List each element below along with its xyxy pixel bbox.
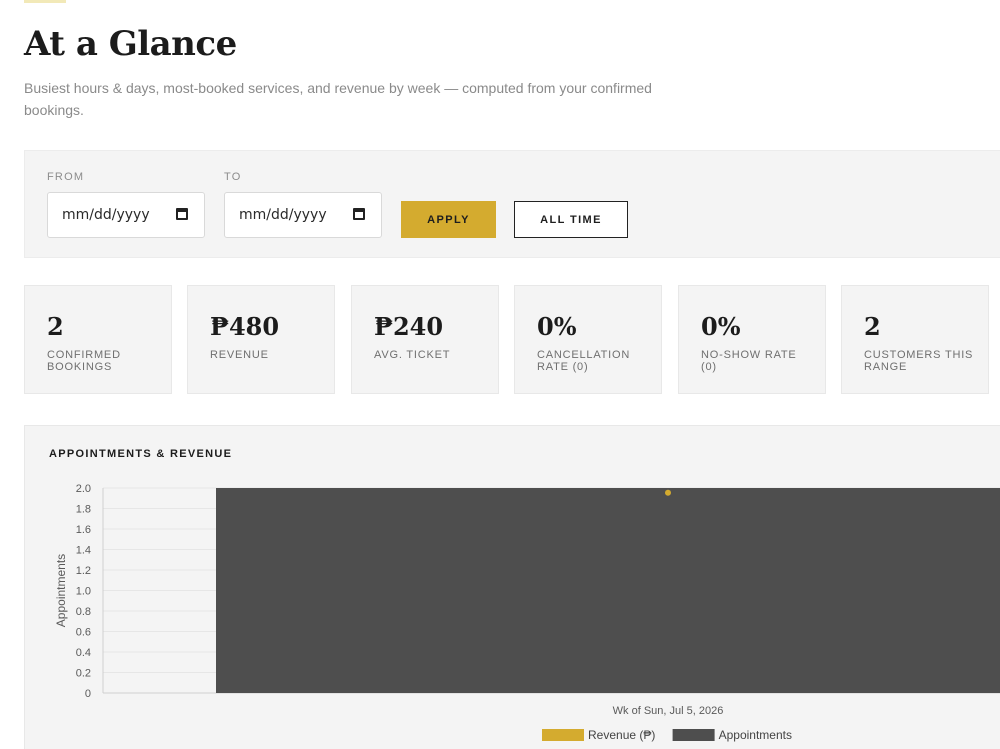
stat-label: CONFIRMED BOOKINGS <box>47 349 121 373</box>
stat-card-avg-ticket: ₱240 AVG. TICKET <box>351 285 499 394</box>
calendar-icon[interactable] <box>176 208 188 220</box>
y-tick-label: 2.0 <box>76 483 91 495</box>
date-filter-panel: FROM TO mm/dd/yyyy mm/dd/yyyy APPLY ALL … <box>24 150 1000 258</box>
stat-value: 0% <box>537 312 577 341</box>
calendar-icon[interactable] <box>353 208 365 220</box>
all-time-button[interactable]: ALL TIME <box>514 201 628 238</box>
y-tick-label: 1.6 <box>76 524 91 536</box>
stat-card-no-show-rate: 0% NO-SHOW RATE (0) <box>678 285 826 394</box>
stat-card-cancellation-rate: 0% CANCELLATION RATE (0) <box>514 285 662 394</box>
to-date-value: mm/dd/yyyy <box>239 207 327 223</box>
y-tick-label: 0.4 <box>76 647 91 659</box>
y-axis-title: Appointments <box>54 554 68 627</box>
y-tick-label: 1.2 <box>76 565 91 577</box>
stat-label: AVG. TICKET <box>374 349 451 361</box>
stat-value: ₱480 <box>210 312 280 341</box>
stat-label: REVENUE <box>210 349 269 361</box>
y-tick-label: 1.4 <box>76 545 91 557</box>
to-label: TO <box>224 171 242 183</box>
apply-button[interactable]: APPLY <box>401 201 496 238</box>
y-tick-label: 0.8 <box>76 606 91 618</box>
y-tick-label: 0.6 <box>76 627 91 639</box>
stat-label: NO-SHOW RATE (0) <box>701 349 797 373</box>
stat-card-confirmed-bookings: 2 CONFIRMED BOOKINGS <box>24 285 172 394</box>
appointments-bar <box>216 488 1000 693</box>
legend-swatch <box>542 729 584 741</box>
from-date-value: mm/dd/yyyy <box>62 207 150 223</box>
y-tick-label: 1.0 <box>76 586 91 598</box>
stat-card-revenue: ₱480 REVENUE <box>187 285 335 394</box>
y-tick-label: 0 <box>85 688 91 700</box>
to-date-input[interactable]: mm/dd/yyyy <box>224 192 382 238</box>
legend-swatch <box>672 729 715 741</box>
appointments-revenue-chart-panel: APPOINTMENTS & REVENUE 2.0 1.8 1.6 1.4 1.2 1.… <box>24 425 1000 749</box>
y-tick-label: 1.8 <box>76 504 91 516</box>
y-tick-label: 0.2 <box>76 668 91 680</box>
x-tick-label: Wk of Sun, Jul 5, 2026 <box>613 705 724 717</box>
top-accent-bar <box>24 0 66 3</box>
page-title: At a Glance <box>24 24 237 64</box>
stat-value: 2 <box>864 312 881 341</box>
stat-label: CANCELLATION RATE (0) <box>537 349 631 373</box>
page-subtitle: Busiest hours & days, most-booked servic… <box>24 80 652 118</box>
revenue-point <box>665 489 671 496</box>
from-date-input[interactable]: mm/dd/yyyy <box>47 192 205 238</box>
from-label: FROM <box>47 171 85 183</box>
stat-value: 2 <box>47 312 64 341</box>
stat-label: CUSTOMERS THIS RANGE <box>864 349 974 373</box>
stat-value: 0% <box>701 312 741 341</box>
legend-label: Appointments <box>719 728 792 742</box>
legend-label: Revenue (₱) <box>588 728 655 742</box>
appointments-revenue-chart: 2.0 1.8 1.6 1.4 1.2 1.0 0.8 0.6 0.4 0.2 0 Appointme… <box>54 483 1000 742</box>
stat-value: ₱240 <box>374 312 444 341</box>
stat-card-customers: 2 CUSTOMERS THIS RANGE <box>841 285 989 394</box>
